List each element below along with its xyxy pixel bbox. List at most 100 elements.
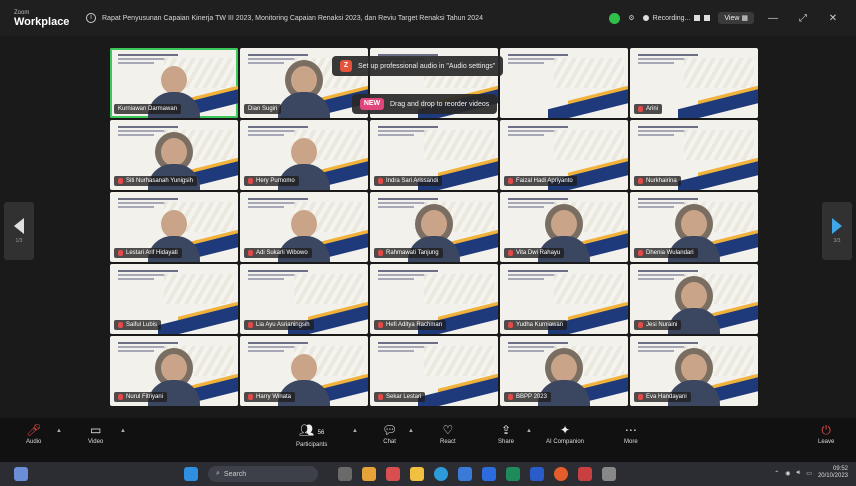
- security-shield-icon[interactable]: [609, 12, 621, 24]
- participant-tile[interactable]: Rahmawati Tanjung: [370, 192, 498, 262]
- meeting-title: Rapat Penyusunan Capaian Kinerja TW III …: [102, 14, 483, 22]
- participant-tile[interactable]: Sekar Lestari: [370, 336, 498, 406]
- leave-button[interactable]: ⏻ Leave: [818, 424, 834, 445]
- chat-button[interactable]: 💬︎ Chat: [382, 424, 397, 445]
- participant-name: Siti Nurhasanah Yunigsih: [126, 178, 193, 184]
- muted-mic-icon: [638, 322, 643, 328]
- participant-tile[interactable]: Harry Winata: [240, 336, 368, 406]
- reorder-toast[interactable]: NEW Drag and drop to reorder videos: [352, 94, 498, 114]
- participant-name: Nurul Fitriyani: [126, 394, 164, 400]
- share-button[interactable]: ⇪ Share: [498, 424, 514, 445]
- excel-icon[interactable]: [506, 467, 520, 481]
- more-button[interactable]: ⋯ More: [624, 424, 638, 445]
- fullscreen-icon[interactable]: ⤢: [792, 13, 814, 24]
- arrow-left-icon: [14, 218, 24, 234]
- clock[interactable]: 09:52 20/10/2023: [818, 466, 848, 480]
- participant-tile[interactable]: Adi Sukarli Wibowo: [240, 192, 368, 262]
- video-options-caret-icon[interactable]: ▲: [120, 428, 126, 434]
- muted-mic-icon: [378, 394, 383, 400]
- muted-mic-icon: [378, 250, 383, 256]
- store-icon[interactable]: [386, 467, 400, 481]
- participant-tile[interactable]: Dhenia Wulandari: [630, 192, 758, 262]
- participant-tile[interactable]: Vita Dwi Rahayu: [500, 192, 628, 262]
- edge-icon[interactable]: [434, 467, 448, 481]
- muted-mic-icon: [248, 178, 253, 184]
- slide-pattern: [684, 58, 754, 88]
- recording-indicator[interactable]: Recording...: [642, 15, 711, 22]
- info-icon[interactable]: i: [86, 13, 96, 23]
- audio-settings-toast[interactable]: Z Set up professional audio in "Audio se…: [332, 56, 504, 76]
- stop-icon[interactable]: [704, 15, 711, 21]
- participant-tile[interactable]: Saiful Lubis: [110, 264, 238, 334]
- participant-tile[interactable]: [500, 48, 628, 118]
- share-status-icon[interactable]: ⚙: [628, 14, 634, 22]
- react-button[interactable]: ♡ React: [440, 424, 456, 445]
- participants-caret-icon[interactable]: ▲: [352, 428, 358, 434]
- participant-tile[interactable]: Jesi Nuraini: [630, 264, 758, 334]
- participant-tile[interactable]: Lia Ayu Asrianingsih: [240, 264, 368, 334]
- widgets-icon[interactable]: [362, 467, 376, 481]
- meeting-toolbar: 🎤︎ Audio ▲ ▭ Video ▲ 👥︎ 56 Participants …: [0, 418, 856, 462]
- participant-name: Arini: [646, 106, 659, 112]
- chrome-icon[interactable]: [554, 467, 568, 481]
- participant-tile[interactable]: Eva Handayani: [630, 336, 758, 406]
- participants-button[interactable]: 👥︎ 56 Participants: [296, 424, 327, 448]
- muted-mic-icon: [118, 322, 123, 328]
- participant-tile[interactable]: Siti Nurhasanah Yunigsih: [110, 120, 238, 190]
- participant-name: Dhenia Wulandari: [646, 250, 694, 256]
- camera-icon: ▭: [89, 423, 102, 437]
- mail-icon[interactable]: [458, 467, 472, 481]
- participant-name-tag: Dian Sugiri: [244, 104, 282, 114]
- participant-tile[interactable]: Faizal Hadi Apriyanto: [500, 120, 628, 190]
- battery-icon[interactable]: ▭: [806, 470, 812, 477]
- participant-tile[interactable]: Nurul Fitriyani: [110, 336, 238, 406]
- video-button[interactable]: ▭ Video: [88, 424, 103, 445]
- powerpoint-icon[interactable]: [578, 467, 592, 481]
- word-icon[interactable]: [530, 467, 544, 481]
- network-icon[interactable]: ◉: [785, 470, 790, 477]
- participant-name-tag: Rahmawati Tanjung: [374, 248, 443, 258]
- previous-page-button[interactable]: 1/3: [4, 202, 34, 260]
- view-button[interactable]: View ▦: [718, 12, 754, 24]
- audio-button[interactable]: 🎤︎ Audio: [26, 424, 41, 445]
- brand-big: Workplace: [14, 16, 70, 28]
- muted-mic-icon: [118, 250, 123, 256]
- participant-tile[interactable]: Lestari Arif Hidayati: [110, 192, 238, 262]
- participant-name-tag: Saiful Lubis: [114, 320, 162, 330]
- muted-mic-icon: [248, 250, 253, 256]
- participant-name: Eva Handayani: [646, 394, 687, 400]
- share-caret-icon[interactable]: ▲: [526, 428, 532, 434]
- close-icon[interactable]: ✕: [822, 13, 844, 24]
- slide-pattern: [424, 346, 494, 376]
- weather-widget-icon[interactable]: [14, 467, 28, 481]
- ai-companion-button[interactable]: ✦ AI Companion: [546, 424, 584, 445]
- audio-options-caret-icon[interactable]: ▲: [56, 428, 62, 434]
- participant-tile[interactable]: Hefi Aditya Rachman: [370, 264, 498, 334]
- chevron-up-icon[interactable]: ⌃: [774, 470, 779, 477]
- chat-caret-icon[interactable]: ▲: [408, 428, 414, 434]
- participant-tile[interactable]: Kurniawan Darmawan: [110, 48, 238, 118]
- windows-start-icon[interactable]: [184, 467, 198, 481]
- file-explorer-icon[interactable]: [410, 467, 424, 481]
- participant-tile[interactable]: Nurkhairina: [630, 120, 758, 190]
- settings-icon[interactable]: [602, 467, 616, 481]
- participant-tile[interactable]: BBPP 2023: [500, 336, 628, 406]
- participant-tile[interactable]: Hery Purnomo: [240, 120, 368, 190]
- participant-tile[interactable]: Yudha Kurniawan: [500, 264, 628, 334]
- arrow-right-icon: [832, 218, 842, 234]
- participant-name-tag: Eva Handayani: [634, 392, 691, 402]
- volume-icon[interactable]: 🔊︎: [797, 470, 801, 477]
- clock-date: 20/10/2023: [817, 473, 848, 479]
- taskbar-search[interactable]: ⌕ Search: [208, 466, 318, 482]
- participant-name: Adi Sukarli Wibowo: [256, 250, 308, 256]
- pause-icon[interactable]: [694, 15, 701, 21]
- participant-tile[interactable]: Arini: [630, 48, 758, 118]
- minimize-icon[interactable]: —: [762, 13, 784, 24]
- participant-tile[interactable]: Indra Sari Arissandi: [370, 120, 498, 190]
- share-screen-icon: ⇪: [500, 423, 512, 437]
- next-page-button[interactable]: 3/3: [822, 202, 852, 260]
- task-view-icon[interactable]: [338, 467, 352, 481]
- microphone-muted-icon: 🎤︎: [26, 423, 42, 437]
- muted-mic-icon: [508, 322, 513, 328]
- zoom-app-icon[interactable]: [482, 467, 496, 481]
